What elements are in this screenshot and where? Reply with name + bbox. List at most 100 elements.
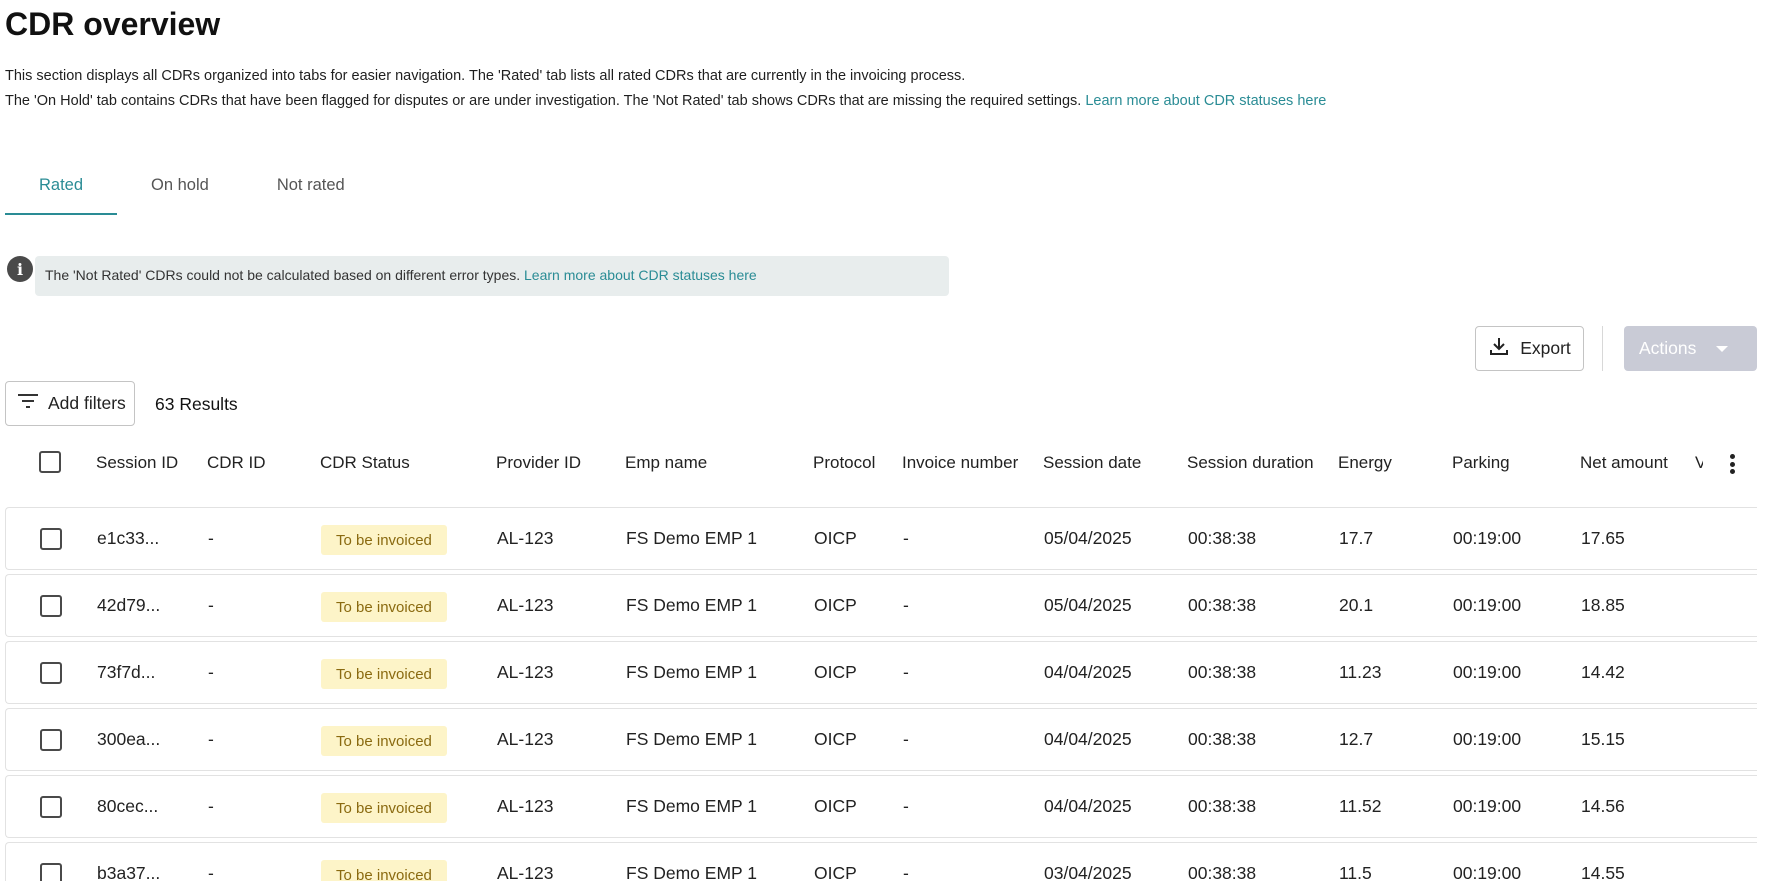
- cell-session-id: 73f7d...: [97, 662, 156, 682]
- cell-cdr-id: -: [208, 662, 214, 682]
- cell-net-amount: 14.55: [1581, 863, 1625, 881]
- cell-parking: 00:19:00: [1453, 729, 1522, 749]
- info-banner-link[interactable]: Learn more about CDR statuses here: [524, 267, 757, 283]
- cell-energy: 17.7: [1339, 528, 1374, 548]
- column-header-net-amount[interactable]: Net amount: [1580, 453, 1668, 473]
- column-header-cdr-id[interactable]: CDR ID: [207, 453, 266, 473]
- cell-energy: 11.23: [1339, 662, 1382, 682]
- column-header-parking[interactable]: Parking: [1452, 453, 1510, 473]
- cell-session-date: 03/04/2025: [1044, 863, 1132, 881]
- column-header-session-id[interactable]: Session ID: [96, 453, 178, 473]
- cell-invoice-number: -: [903, 796, 909, 816]
- cell-provider-id: AL-123: [497, 662, 554, 682]
- info-banner: The 'Not Rated' CDRs could not be calcul…: [35, 256, 949, 296]
- cell-protocol: OICP: [814, 662, 857, 682]
- cell-session-duration: 00:38:38: [1188, 528, 1257, 548]
- table-row[interactable]: 42d79... - To be invoiced AL-123 FS Demo…: [5, 574, 1757, 637]
- cell-emp-name: FS Demo EMP 1: [626, 662, 757, 682]
- row-checkbox[interactable]: [40, 662, 62, 684]
- cell-session-duration: 00:38:38: [1188, 729, 1257, 749]
- cell-net-amount: 14.56: [1581, 796, 1625, 816]
- cell-session-date: 04/04/2025: [1044, 729, 1132, 749]
- cell-protocol: OICP: [814, 528, 857, 548]
- add-filters-label: Add filters: [48, 393, 126, 413]
- row-checkbox[interactable]: [40, 796, 62, 818]
- table-row[interactable]: 73f7d... - To be invoiced AL-123 FS Demo…: [5, 641, 1757, 704]
- cell-parking: 00:19:00: [1453, 595, 1522, 615]
- table-row[interactable]: b3a37... - To be invoiced AL-123 FS Demo…: [5, 842, 1757, 881]
- download-icon: [1488, 335, 1510, 362]
- cell-emp-name: FS Demo EMP 1: [626, 863, 757, 881]
- page-description-line-2-text: The 'On Hold' tab contains CDRs that hav…: [5, 93, 1082, 109]
- cell-invoice-number: -: [903, 528, 909, 548]
- status-badge: To be invoiced: [321, 860, 447, 881]
- column-header-invoice-number[interactable]: Invoice number: [902, 453, 1018, 473]
- column-header-session-duration[interactable]: Session duration: [1187, 453, 1314, 473]
- tab-on-hold[interactable]: On hold: [117, 168, 243, 215]
- learn-more-link[interactable]: Learn more about CDR statuses here: [1085, 93, 1326, 109]
- cell-session-id: 80cec...: [97, 796, 159, 816]
- more-options-icon[interactable]: [1721, 452, 1743, 476]
- cell-net-amount: 15.15: [1581, 729, 1625, 749]
- status-badge: To be invoiced: [321, 592, 447, 622]
- chevron-down-icon: [1716, 345, 1729, 352]
- cell-cdr-id: -: [208, 595, 214, 615]
- select-all-checkbox[interactable]: [39, 451, 61, 473]
- export-button[interactable]: Export: [1475, 326, 1584, 371]
- row-checkbox[interactable]: [40, 595, 62, 617]
- cell-cdr-id: -: [208, 528, 214, 548]
- tab-rated[interactable]: Rated: [5, 168, 118, 215]
- cell-provider-id: AL-123: [497, 595, 554, 615]
- row-checkbox[interactable]: [40, 863, 62, 881]
- cell-energy: 11.5: [1339, 863, 1372, 881]
- cell-protocol: OICP: [814, 796, 857, 816]
- status-badge: To be invoiced: [321, 726, 447, 756]
- page-title: CDR overview: [5, 6, 221, 42]
- cell-invoice-number: -: [903, 662, 909, 682]
- table-row[interactable]: 80cec... - To be invoiced AL-123 FS Demo…: [5, 775, 1757, 838]
- cell-energy: 11.52: [1339, 796, 1382, 816]
- toolbar-divider: [1602, 326, 1603, 371]
- cell-session-date: 05/04/2025: [1044, 528, 1132, 548]
- column-header-emp-name[interactable]: Emp name: [625, 453, 707, 473]
- column-header-cdr-status[interactable]: CDR Status: [320, 453, 410, 473]
- cell-provider-id: AL-123: [497, 729, 554, 749]
- row-checkbox[interactable]: [40, 528, 62, 550]
- cell-session-id: 300ea...: [97, 729, 161, 749]
- cell-protocol: OICP: [814, 595, 857, 615]
- status-tabs: Rated On hold Not rated: [5, 168, 379, 215]
- column-header-truncated[interactable]: V: [1695, 453, 1703, 473]
- cell-cdr-id: -: [208, 796, 214, 816]
- row-checkbox[interactable]: [40, 729, 62, 751]
- table-header: Session ID CDR ID CDR Status Provider ID…: [5, 440, 1757, 485]
- column-header-energy[interactable]: Energy: [1338, 453, 1392, 473]
- info-icon: i: [7, 256, 33, 282]
- cell-session-id: b3a37...: [97, 863, 161, 881]
- cell-emp-name: FS Demo EMP 1: [626, 595, 757, 615]
- actions-button[interactable]: Actions: [1624, 326, 1757, 371]
- cell-parking: 00:19:00: [1453, 796, 1522, 816]
- cell-parking: 00:19:00: [1453, 863, 1522, 881]
- page-description-line-2: The 'On Hold' tab contains CDRs that hav…: [5, 93, 1326, 109]
- cell-net-amount: 14.42: [1581, 662, 1625, 682]
- page-description-line-1: This section displays all CDRs organized…: [5, 68, 966, 84]
- cell-energy: 20.1: [1339, 595, 1374, 615]
- tab-not-rated[interactable]: Not rated: [243, 168, 379, 215]
- cell-invoice-number: -: [903, 863, 909, 881]
- cell-parking: 00:19:00: [1453, 528, 1522, 548]
- column-header-protocol[interactable]: Protocol: [813, 453, 875, 473]
- cell-provider-id: AL-123: [497, 863, 554, 881]
- cell-session-duration: 00:38:38: [1188, 595, 1257, 615]
- cell-emp-name: FS Demo EMP 1: [626, 528, 757, 548]
- table-row[interactable]: 300ea... - To be invoiced AL-123 FS Demo…: [5, 708, 1757, 771]
- column-header-provider-id[interactable]: Provider ID: [496, 453, 581, 473]
- cell-parking: 00:19:00: [1453, 662, 1522, 682]
- status-badge: To be invoiced: [321, 659, 447, 689]
- cell-session-date: 04/04/2025: [1044, 662, 1132, 682]
- cell-energy: 12.7: [1339, 729, 1374, 749]
- add-filters-button[interactable]: Add filters: [5, 381, 135, 426]
- info-banner-text: The 'Not Rated' CDRs could not be calcul…: [45, 267, 521, 283]
- column-header-session-date[interactable]: Session date: [1043, 453, 1141, 473]
- cell-cdr-id: -: [208, 863, 214, 881]
- table-row[interactable]: e1c33... - To be invoiced AL-123 FS Demo…: [5, 507, 1757, 570]
